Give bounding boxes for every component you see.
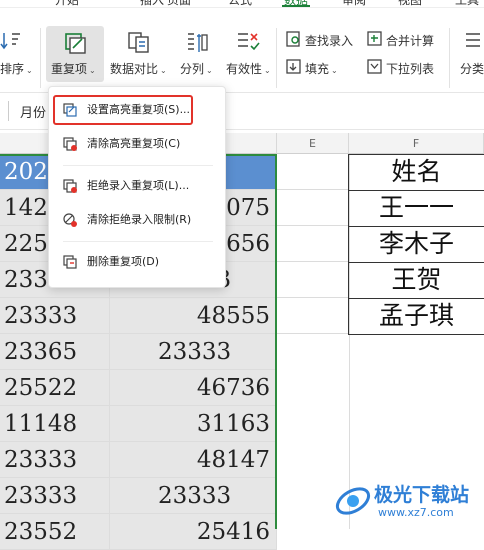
menu-item-label: 拒绝录入重复项(L)... (87, 179, 190, 192)
formula-divider (8, 101, 9, 121)
grid-line (277, 333, 349, 334)
menu-divider (63, 165, 213, 166)
clear-restriction-icon (63, 213, 77, 227)
grid-line (277, 261, 349, 262)
watermark-brand: 极光下载站 (374, 484, 470, 506)
watermark-logo-icon (335, 487, 371, 515)
menu-divider (63, 241, 213, 242)
ribbon-toolbar: 排序 ⌄ 重复项 ⌄ 数据对比 ⌄ 分列 ⌄ 有效性 ⌄ 查找录入 填充 ⌄ 合… (0, 8, 484, 92)
table-cell[interactable]: 23333 (110, 334, 277, 370)
classify-icon (466, 33, 480, 47)
tab-tools[interactable]: 工具 (455, 0, 479, 7)
column-header-e[interactable]: E (277, 133, 349, 154)
menu-tab-strip: 开始 插入 页面 公式 数据 审阅 视图 工具 (0, 0, 484, 8)
column-label: F (412, 137, 420, 150)
sort-label: 排序 (0, 62, 25, 76)
tab-home[interactable]: 开始 (55, 0, 79, 7)
ribbon-divider (449, 28, 450, 88)
table-cell[interactable]: 23333 (110, 478, 277, 514)
chevron-down-icon: ⌄ (89, 66, 96, 75)
watermark-url: www.xz7.com (378, 506, 454, 519)
duplicates-button[interactable]: 重复项 ⌄ (46, 26, 104, 82)
dropdown-list-icon (367, 59, 382, 74)
reject-entry-icon (63, 179, 77, 193)
table-cell[interactable]: 25416 (110, 514, 277, 550)
duplicates-dropdown-menu: 设置高亮重复项(S)... 清除高亮重复项(C) 拒绝录入重复项(L)... 清… (48, 86, 226, 288)
active-tab-indicator (282, 5, 310, 7)
name-cell[interactable]: 王一一 (348, 190, 484, 227)
tab-review[interactable]: 审阅 (342, 0, 366, 7)
clear-highlight-icon (63, 137, 77, 151)
duplicates-icon (65, 33, 86, 54)
dropdown-list-label: 下拉列表 (386, 62, 435, 76)
menu-item-clear-highlight-duplicates[interactable]: 清除高亮重复项(C) (57, 130, 217, 158)
grid-line (277, 297, 349, 298)
find-entry-label: 查找录入 (305, 34, 354, 48)
tab-page[interactable]: 页面 (167, 0, 191, 7)
grid-line (277, 189, 349, 190)
formula-content[interactable]: 月份 (20, 102, 46, 121)
ribbon-divider (276, 28, 277, 88)
name-cell[interactable]: 孟子琪 (348, 298, 484, 335)
table-cell[interactable]: 23552 (0, 514, 110, 550)
name-cell[interactable]: 李木子 (348, 226, 484, 263)
column-label: E (309, 137, 316, 150)
classify-label: 分类 (460, 62, 484, 76)
menu-item-reject-duplicate-entry[interactable]: 拒绝录入重复项(L)... (57, 172, 217, 200)
table-cell[interactable]: 25522 (0, 370, 110, 406)
duplicates-label: 重复项 (51, 62, 88, 76)
table-cell[interactable]: 23333 (0, 298, 110, 334)
menu-item-set-highlight-duplicates[interactable]: 设置高亮重复项(S)... (57, 96, 217, 124)
merge-calc-icon (367, 31, 382, 46)
table-cell[interactable]: 23333 (0, 442, 110, 478)
validity-icon (238, 33, 260, 51)
validity-label: 有效性 (226, 62, 263, 76)
chevron-down-icon: ⌄ (331, 66, 338, 75)
grid-line (277, 225, 349, 226)
fill-label: 填充 (305, 62, 330, 76)
menu-item-label: 设置高亮重复项(S)... (87, 103, 191, 116)
menu-item-label: 清除高亮重复项(C) (87, 137, 181, 150)
tab-formula[interactable]: 公式 (228, 0, 252, 7)
table-cell[interactable]: 23365 (0, 334, 110, 370)
chevron-down-icon: ⌄ (26, 66, 33, 75)
table-cell[interactable]: 48147 (110, 442, 277, 478)
chevron-down-icon: ⌄ (206, 66, 213, 75)
highlight-duplicates-icon (63, 103, 77, 117)
column-header-f[interactable]: F (349, 133, 484, 154)
ribbon-divider (40, 28, 41, 88)
sort-icon (0, 33, 20, 50)
menu-item-label: 删除重复项(D) (87, 255, 160, 268)
tab-insert[interactable]: 插入 (140, 0, 164, 7)
chevron-down-icon: ⌄ (160, 66, 167, 75)
menu-item-clear-reject-restriction[interactable]: 清除拒绝录入限制(R) (57, 206, 217, 234)
data-compare-icon (128, 32, 149, 53)
name-cell[interactable]: 王贺 (348, 262, 484, 299)
delete-duplicates-icon (63, 255, 77, 269)
split-columns-icon (188, 33, 208, 52)
watermark: 极光下载站 www.xz7.com (330, 474, 484, 529)
compare-label: 数据对比 (110, 62, 159, 76)
names-header[interactable]: 姓名 (348, 154, 484, 191)
menu-item-label: 清除拒绝录入限制(R) (87, 213, 192, 226)
chevron-down-icon: ⌄ (264, 66, 271, 75)
merge-calc-label: 合并计算 (386, 34, 435, 48)
table-cell[interactable]: 48555 (110, 298, 277, 334)
table-cell[interactable]: 23333 (0, 478, 110, 514)
tab-view[interactable]: 视图 (398, 0, 422, 7)
table-cell[interactable]: 11148 (0, 406, 110, 442)
fill-icon (286, 59, 301, 74)
split-label: 分列 (180, 62, 205, 76)
find-entry-icon (286, 31, 300, 47)
table-cell[interactable]: 46736 (110, 370, 277, 406)
table-cell[interactable]: 31163 (110, 406, 277, 442)
menu-item-delete-duplicates[interactable]: 删除重复项(D) (57, 248, 217, 276)
